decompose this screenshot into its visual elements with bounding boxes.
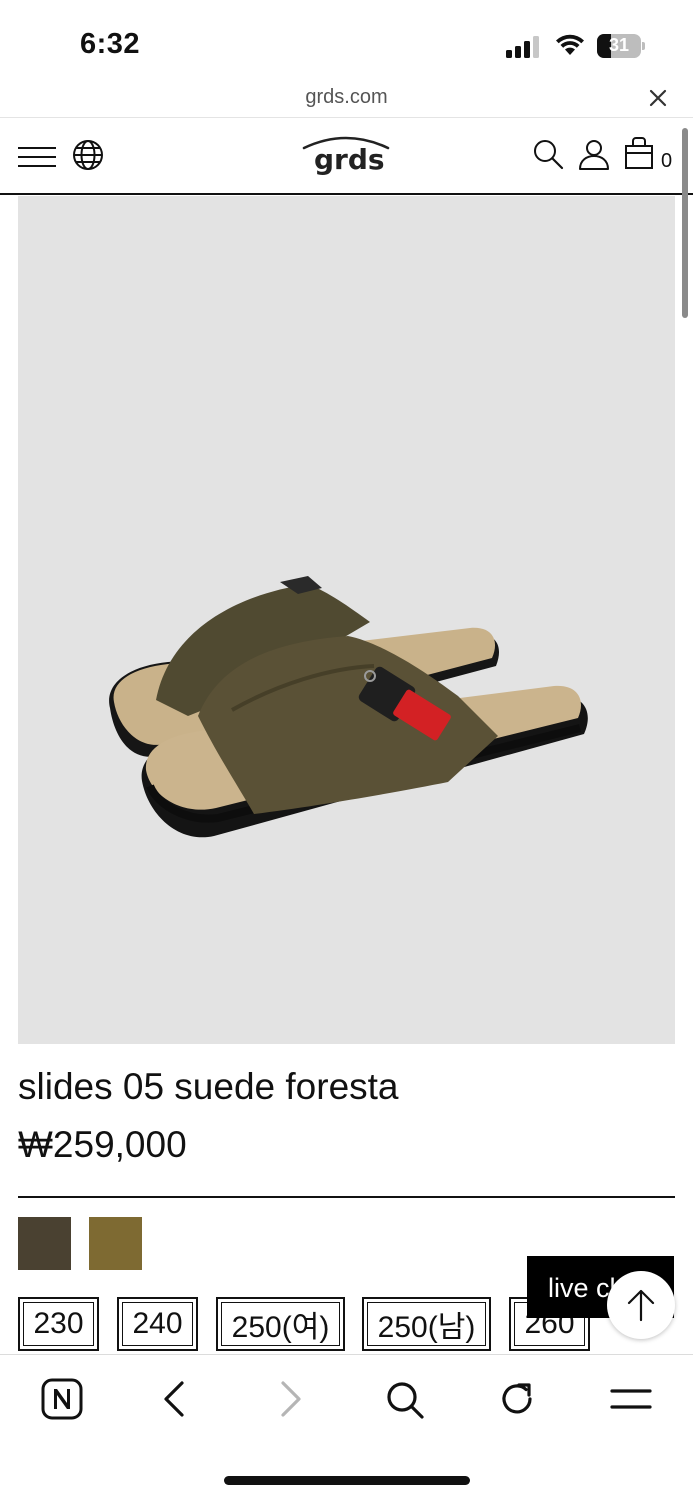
wifi-icon [556, 34, 584, 55]
home-indicator[interactable] [224, 1476, 470, 1485]
back-icon[interactable] [153, 1377, 197, 1421]
color-swatch-dark-olive[interactable] [18, 1217, 71, 1270]
size-label: 240 [122, 1302, 193, 1346]
product-image[interactable] [18, 196, 675, 1044]
size-option[interactable]: 240 [117, 1297, 198, 1351]
sandal-illustration [109, 576, 588, 838]
scroll-to-top-button[interactable] [607, 1271, 675, 1339]
shopping-bag-icon[interactable] [624, 136, 654, 170]
status-bar: 6:32 31 [0, 0, 693, 80]
cart-count[interactable]: 0 [661, 150, 672, 173]
divider [18, 1196, 675, 1198]
size-option[interactable]: 230 [18, 1297, 99, 1351]
arrow-up-icon [627, 1289, 655, 1322]
product-price: ₩259,000 [18, 1124, 187, 1165]
battery-icon: 31 [597, 34, 645, 58]
product-name: slides 05 suede foresta [18, 1066, 399, 1107]
size-label: 230 [23, 1302, 94, 1346]
logo-text: grds [314, 143, 385, 176]
site-logo[interactable]: grds [300, 132, 392, 180]
size-label: 250(남) [367, 1302, 486, 1346]
search-icon[interactable] [532, 138, 564, 170]
url-text[interactable]: grds.com [0, 86, 693, 109]
search-icon[interactable] [382, 1377, 426, 1421]
color-swatch-mustard[interactable] [89, 1217, 142, 1270]
size-label: 250(여) [221, 1302, 340, 1346]
cellular-signal-icon [506, 36, 539, 58]
forward-icon[interactable] [268, 1377, 312, 1421]
menu-icon[interactable] [609, 1377, 653, 1421]
close-icon[interactable] [646, 86, 670, 110]
size-option[interactable]: 250(남) [362, 1297, 491, 1351]
scrollbar[interactable] [682, 128, 688, 318]
browser-address-bar[interactable]: grds.com [0, 80, 693, 118]
battery-level: 31 [608, 35, 630, 55]
size-option[interactable]: 250(여) [216, 1297, 345, 1351]
status-time: 6:32 [80, 28, 141, 60]
naver-home-icon[interactable] [40, 1377, 84, 1421]
refresh-icon[interactable] [495, 1377, 539, 1421]
account-icon[interactable] [578, 138, 610, 170]
site-header: grds 0 [0, 118, 693, 195]
globe-icon[interactable] [72, 139, 104, 171]
menu-icon[interactable] [18, 146, 56, 168]
